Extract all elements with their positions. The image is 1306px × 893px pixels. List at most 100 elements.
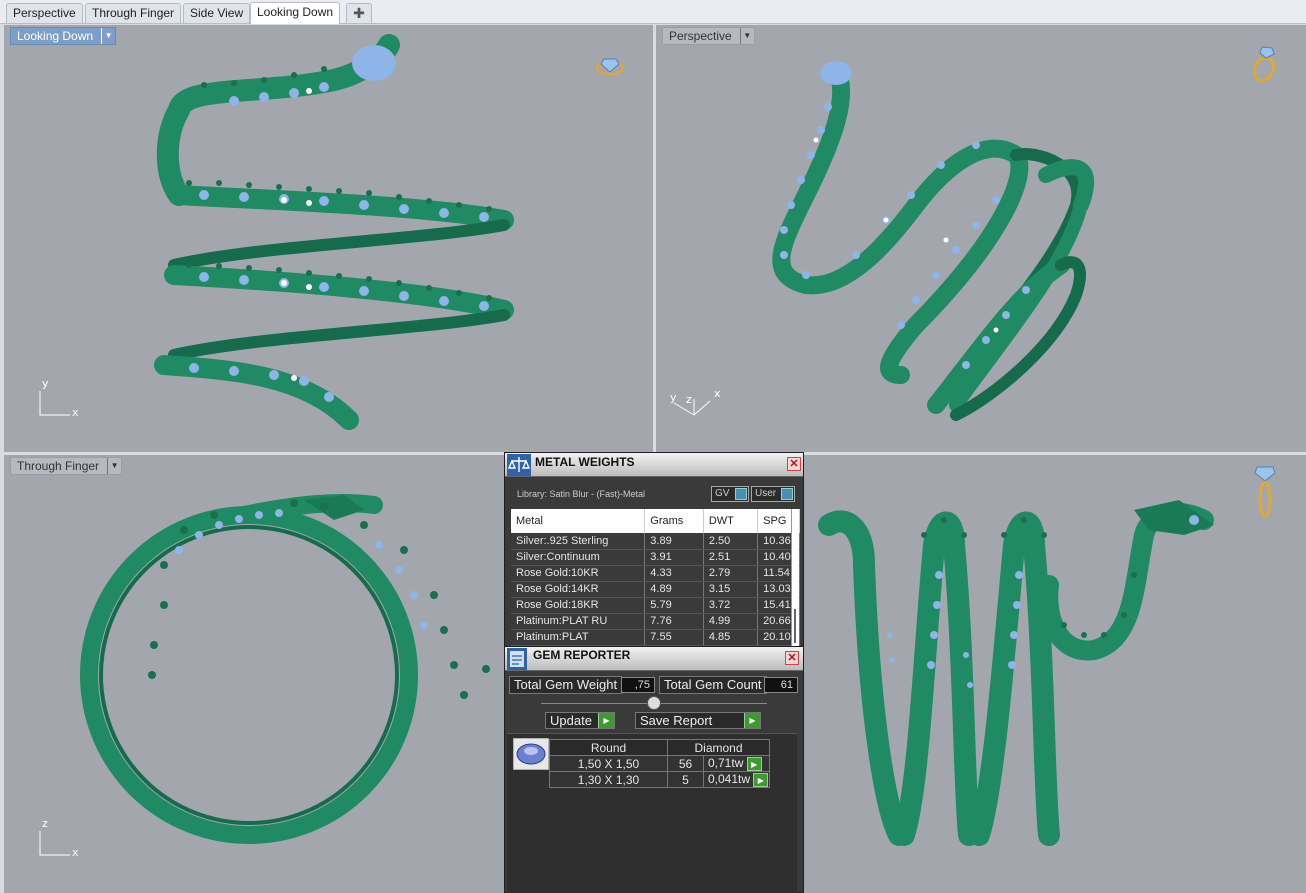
column-header-metal[interactable]: Metal xyxy=(511,509,646,533)
metal-name-cell: Rose Gold:14KR xyxy=(511,581,646,598)
tab-looking-down[interactable]: Looking Down xyxy=(250,2,341,24)
chevron-down-icon[interactable]: ▼ xyxy=(101,28,115,44)
play-icon[interactable]: ▶ xyxy=(746,756,762,771)
grams-cell: 3.89 xyxy=(644,533,704,550)
table-row[interactable]: Platinum:PLAT RU 7.76 4.99 20.66 xyxy=(511,613,800,630)
gv-toggle[interactable]: GV xyxy=(711,486,749,502)
snake-ring-front-view xyxy=(80,494,490,844)
metal-name-cell: Silver:.925 Sterling xyxy=(511,533,646,550)
table-row[interactable]: Rose Gold:10KR 4.33 2.79 11.54 xyxy=(511,565,800,582)
user-toggle[interactable]: User xyxy=(751,486,795,502)
dwt-cell: 4.85 xyxy=(703,629,759,646)
total-gem-count-value: 61 xyxy=(764,677,798,693)
viewport-title-through-finger[interactable]: Through Finger ▼ xyxy=(10,457,123,475)
axis-gizmo-icon xyxy=(39,831,70,856)
grams-cell: 7.55 xyxy=(644,629,704,646)
table-row[interactable]: 1,50 X 1,50 56 0,71tw ▶ xyxy=(549,755,770,772)
table-row[interactable]: 1,30 X 1,30 5 0,041tw ▶ xyxy=(549,771,770,788)
total-gem-count-label: Total Gem Count xyxy=(659,676,767,694)
metal-name-cell: Rose Gold:18KR xyxy=(511,597,646,614)
column-header-grams[interactable]: Grams xyxy=(644,509,704,533)
gv-toggle-label: GV xyxy=(715,488,730,499)
dwt-cell: 3.15 xyxy=(703,581,759,598)
viewport-title-label: Perspective xyxy=(669,29,732,43)
gem-size: 1,50 X 1,50 xyxy=(549,755,668,772)
metal-name-cell: Rose Gold:10KR xyxy=(511,565,646,582)
viewport-through-finger[interactable]: Through Finger ▼ z x xyxy=(4,455,504,893)
metal-table-scrollbar[interactable] xyxy=(791,509,799,649)
metal-library-label: Library: Satin Blur - (Fast)-Metal xyxy=(517,489,646,499)
snake-ring-top-view xyxy=(154,34,514,430)
play-icon: ▶ xyxy=(598,713,614,728)
axis-gizmo-icon xyxy=(673,399,711,416)
dwt-cell: 4.99 xyxy=(703,613,759,630)
grams-cell: 7.76 xyxy=(644,613,704,630)
metal-weights-header[interactable]: METAL WEIGHTS ✕ xyxy=(505,453,803,477)
table-row[interactable]: Rose Gold:18KR 5.79 3.72 15.41 xyxy=(511,597,800,614)
gem-count: 56 xyxy=(667,755,704,772)
view-tab-bar: Perspective Through Finger Side View Loo… xyxy=(0,0,1306,24)
viewport-title-label: Looking Down xyxy=(17,29,94,43)
viewport-side-view[interactable] xyxy=(804,455,1306,893)
chevron-down-icon[interactable]: ▼ xyxy=(107,458,121,474)
add-tab-icon[interactable]: ✚ xyxy=(346,3,372,23)
total-gem-weight-label: Total Gem Weight xyxy=(509,676,623,694)
collapse-icon[interactable] xyxy=(647,696,661,710)
play-icon: ▶ xyxy=(744,713,760,728)
report-icon xyxy=(507,648,527,670)
dwt-cell: 2.50 xyxy=(703,533,759,550)
scale-icon xyxy=(507,454,531,476)
metal-name-cell: Platinum:PLAT RU xyxy=(511,613,646,630)
diamond-ring-icon[interactable] xyxy=(594,55,626,77)
diamond-ring-icon[interactable] xyxy=(1254,465,1276,519)
metal-weights-panel: METAL WEIGHTS ✕ Library: Satin Blur - (F… xyxy=(504,452,804,650)
table-row[interactable]: Silver:.925 Sterling 3.89 2.50 10.36 xyxy=(511,533,800,550)
table-row[interactable]: Rose Gold:14KR 4.89 3.15 13.03 xyxy=(511,581,800,598)
round-gem-icon[interactable] xyxy=(513,738,549,770)
axis-gizmo-icon xyxy=(39,391,70,416)
viewport-looking-down[interactable]: Looking Down ▼ y x xyxy=(4,25,653,452)
grams-cell: 3.91 xyxy=(644,549,704,566)
grams-cell: 5.79 xyxy=(644,597,704,614)
save-report-button[interactable]: Save Report ▶ xyxy=(635,712,761,729)
close-icon[interactable]: ✕ xyxy=(785,651,799,665)
metal-weights-table: Metal Grams DWT SPG Silver:.925 Sterling… xyxy=(511,509,800,646)
gem-material-header: Diamond xyxy=(667,739,770,756)
play-icon[interactable]: ▶ xyxy=(753,772,769,787)
viewport-title-perspective[interactable]: Perspective ▼ xyxy=(662,27,755,45)
viewport-title-looking-down[interactable]: Looking Down ▼ xyxy=(10,27,117,45)
grams-cell: 4.33 xyxy=(644,565,704,582)
close-icon[interactable]: ✕ xyxy=(787,457,801,471)
tab-through-finger[interactable]: Through Finger xyxy=(85,3,182,23)
metal-name-cell: Platinum:PLAT xyxy=(511,629,646,646)
viewport-perspective[interactable]: Perspective ▼ y z x xyxy=(656,25,1306,452)
gem-reporter-title: GEM REPORTER xyxy=(533,648,631,662)
tab-side-view[interactable]: Side View xyxy=(183,3,251,23)
chevron-down-icon[interactable]: ▼ xyxy=(739,28,754,44)
gem-shape-header: Round xyxy=(549,739,668,756)
gem-reporter-panel: GEM REPORTER ✕ Total Gem Weight ,75 Tota… xyxy=(504,646,804,893)
tab-perspective[interactable]: Perspective xyxy=(6,3,83,23)
snake-ring-side-view xyxy=(818,500,1214,846)
metal-name-cell: Silver:Continuum xyxy=(511,549,646,566)
gem-weight: 0,041tw xyxy=(708,772,751,787)
gem-weight-cell: 0,71tw ▶ xyxy=(703,755,770,772)
total-gem-weight-value: ,75 xyxy=(621,677,655,693)
table-row[interactable]: Platinum:PLAT 7.55 4.85 20.10 xyxy=(511,629,800,646)
gem-size: 1,30 X 1,30 xyxy=(549,771,668,788)
dwt-cell: 2.51 xyxy=(703,549,759,566)
diamond-ring-icon[interactable] xyxy=(1250,45,1280,83)
gem-reporter-header[interactable]: GEM REPORTER ✕ xyxy=(505,647,803,671)
column-header-dwt[interactable]: DWT xyxy=(703,509,759,533)
update-button[interactable]: Update ▶ xyxy=(545,712,615,729)
save-report-button-label: Save Report xyxy=(640,713,713,728)
viewport-title-label: Through Finger xyxy=(17,459,100,473)
gem-weight: 0,71tw xyxy=(708,756,744,771)
table-row[interactable]: Silver:Continuum 3.91 2.51 10.40 xyxy=(511,549,800,566)
gem-count: 5 xyxy=(667,771,704,788)
grams-cell: 4.89 xyxy=(644,581,704,598)
dwt-cell: 3.72 xyxy=(703,597,759,614)
update-button-label: Update xyxy=(550,713,592,728)
gem-grid-header: Round Diamond xyxy=(549,739,770,756)
gem-weight-cell: 0,041tw ▶ xyxy=(703,771,770,788)
